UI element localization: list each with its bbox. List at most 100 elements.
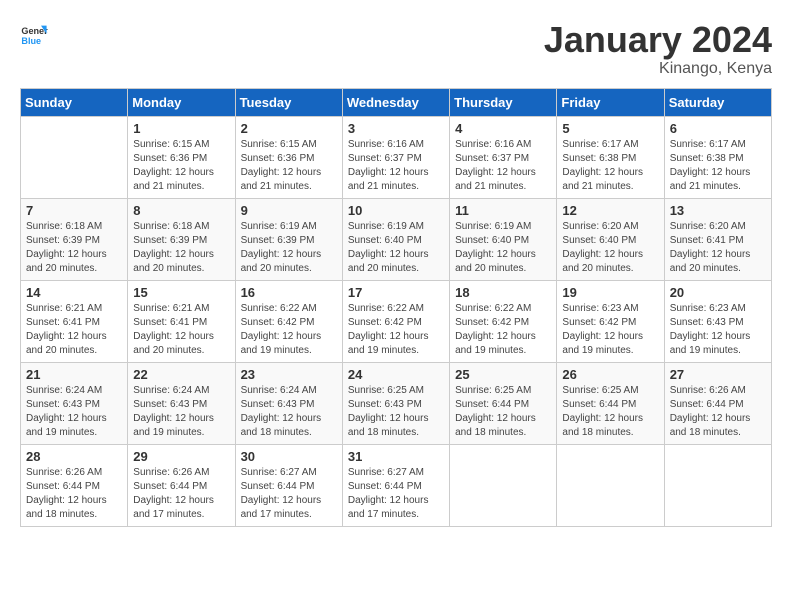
calendar-cell: 10Sunrise: 6:19 AMSunset: 6:40 PMDayligh… [342, 198, 449, 280]
calendar-cell: 31Sunrise: 6:27 AMSunset: 6:44 PMDayligh… [342, 444, 449, 526]
calendar-cell: 5 Sunrise: 6:17 AMSunset: 6:38 PMDaylight… [557, 116, 664, 198]
day-info-line: Sunset: 6:37 PM [455, 153, 529, 164]
day-info: Sunrise: 6:25 AMSunset: 6:44 PMDaylight:… [455, 384, 551, 440]
day-info-line: Sunset: 6:39 PM [26, 235, 100, 246]
day-info-line: Sunrise: 6:26 AM [133, 467, 209, 478]
day-info: Sunrise: 6:19 AMSunset: 6:40 PMDaylight:… [348, 220, 444, 276]
location-subtitle: Kinango, Kenya [544, 60, 772, 78]
day-info-line: Sunrise: 6:19 AM [241, 221, 317, 232]
calendar-cell [557, 444, 664, 526]
day-number: 31 [348, 449, 444, 464]
day-info: Sunrise: 6:24 AMSunset: 6:43 PMDaylight:… [26, 384, 122, 440]
day-info-line: Daylight: 12 hours and 17 minutes. [133, 495, 214, 520]
day-info: Sunrise: 6:18 AMSunset: 6:39 PMDaylight:… [133, 220, 229, 276]
day-info-line: Sunset: 6:44 PM [26, 481, 100, 492]
day-number: 6 [670, 121, 766, 136]
day-info-line: Sunset: 6:44 PM [670, 399, 744, 410]
day-info-line: Daylight: 12 hours and 17 minutes. [348, 495, 429, 520]
day-info-line: Sunset: 6:42 PM [241, 317, 315, 328]
day-info-line: Sunset: 6:44 PM [133, 481, 207, 492]
day-number: 23 [241, 367, 337, 382]
day-info-line: Sunset: 6:41 PM [26, 317, 100, 328]
calendar-cell: 28Sunrise: 6:26 AMSunset: 6:44 PMDayligh… [21, 444, 128, 526]
calendar-week-3: 14Sunrise: 6:21 AMSunset: 6:41 PMDayligh… [21, 280, 772, 362]
calendar-cell [664, 444, 771, 526]
day-number: 25 [455, 367, 551, 382]
day-info: Sunrise: 6:24 AMSunset: 6:43 PMDaylight:… [241, 384, 337, 440]
month-year-title: January 2024 [544, 20, 772, 60]
day-info-line: Sunrise: 6:21 AM [133, 303, 209, 314]
calendar-cell: 8Sunrise: 6:18 AMSunset: 6:39 PMDaylight… [128, 198, 235, 280]
day-info: Sunrise: 6:20 AMSunset: 6:40 PMDaylight:… [562, 220, 658, 276]
day-info-line: Sunrise: 6:25 AM [348, 385, 424, 396]
calendar-cell: 2Sunrise: 6:15 AMSunset: 6:36 PMDaylight… [235, 116, 342, 198]
day-info-line: Daylight: 12 hours and 19 minutes. [26, 413, 107, 438]
day-info-line: Daylight: 12 hours and 21 minutes. [241, 167, 322, 192]
calendar-cell: 9Sunrise: 6:19 AMSunset: 6:39 PMDaylight… [235, 198, 342, 280]
day-info-line: Sunset: 6:39 PM [133, 235, 207, 246]
calendar-body: 1Sunrise: 6:15 AMSunset: 6:36 PMDaylight… [21, 116, 772, 526]
day-number: 13 [670, 203, 766, 218]
day-info-line: Daylight: 12 hours and 19 minutes. [348, 331, 429, 356]
day-info-line: Daylight: 12 hours and 19 minutes. [241, 331, 322, 356]
day-info-line: Sunrise: 6:22 AM [241, 303, 317, 314]
day-number: 16 [241, 285, 337, 300]
calendar-week-5: 28 Sunrise: 6:26 AM Sunset: 6:44 PM Dayligh… [21, 444, 772, 526]
day-info-line: Sunset: 6:43 PM [348, 399, 422, 410]
day-info: Sunrise: 6:22 AMSunset: 6:42 PMDaylight:… [348, 302, 444, 358]
day-info-line: Sunset: 6:44 PM [348, 481, 422, 492]
day-info-line: Sunset: 6:43 PM [133, 399, 207, 410]
calendar-cell: 14Sunrise: 6:21 AMSunset: 6:41 PMDayligh… [21, 280, 128, 362]
day-info-line: Sunrise: 6:19 AM [348, 221, 424, 232]
day-info-line: Daylight: 12 hours and 20 minutes. [241, 249, 322, 274]
day-info: Sunrise: 6:15 AMSunset: 6:36 PMDaylight:… [133, 138, 229, 194]
day-info-line: Daylight: 12 hours and 21 minutes. [348, 167, 429, 192]
day-info: Sunrise: 6:22 AMSunset: 6:42 PMDaylight:… [455, 302, 551, 358]
title-area: January 2024 Kinango, Kenya [544, 20, 772, 78]
day-number: 22 [133, 367, 229, 382]
day-info-line: Sunrise: 6:17 AM [562, 139, 638, 150]
day-number: 28 [26, 449, 122, 464]
logo: General Blue [20, 20, 48, 48]
day-info-line: Sunset: 6:40 PM [455, 235, 529, 246]
calendar-week-4: 21 Sunrise: 6:24 AMSunset: 6:43 PMDayligh… [21, 362, 772, 444]
day-info: Sunrise: 6:17 AMSunset: 6:38 PMDaylight:… [670, 138, 766, 194]
calendar-cell: 7Sunrise: 6:18 AMSunset: 6:39 PMDaylight… [21, 198, 128, 280]
day-number: 18 [455, 285, 551, 300]
day-info-line: Sunrise: 6:16 AM [348, 139, 424, 150]
day-info-line: Sunset: 6:42 PM [455, 317, 529, 328]
calendar-cell: 6 Sunrise: 6:17 AMSunset: 6:38 PMDaylight… [664, 116, 771, 198]
calendar-cell: 18 Sunrise: 6:22 AMSunset: 6:42 PMDayligh… [450, 280, 557, 362]
day-number: 21 [26, 367, 122, 382]
day-info-line: Sunrise: 6:15 AM [133, 139, 209, 150]
calendar-cell: 21 Sunrise: 6:24 AMSunset: 6:43 PMDayligh… [21, 362, 128, 444]
column-header-friday: Friday [557, 88, 664, 116]
calendar-table: SundayMondayTuesdayWednesdayThursdayFrid… [20, 88, 772, 527]
column-header-wednesday: Wednesday [342, 88, 449, 116]
day-info-line: Sunset: 6:43 PM [26, 399, 100, 410]
day-info: Sunrise: 6:21 AMSunset: 6:41 PMDaylight:… [26, 302, 122, 358]
day-info-line: Daylight: 12 hours and 20 minutes. [670, 249, 751, 274]
day-info: Sunrise: 6:25 AMSunset: 6:43 PMDaylight:… [348, 384, 444, 440]
day-info: Sunrise: 6:17 AMSunset: 6:38 PMDaylight:… [562, 138, 658, 194]
day-number: 9 [241, 203, 337, 218]
calendar-week-1: 1Sunrise: 6:15 AMSunset: 6:36 PMDaylight… [21, 116, 772, 198]
day-number: 19 [562, 285, 658, 300]
calendar-cell: 22Sunrise: 6:24 AMSunset: 6:43 PMDayligh… [128, 362, 235, 444]
day-info-line: Daylight: 12 hours and 17 minutes. [241, 495, 322, 520]
day-info-line: Sunrise: 6:15 AM [241, 139, 317, 150]
column-header-saturday: Saturday [664, 88, 771, 116]
svg-text:Blue: Blue [21, 36, 41, 46]
day-info-line: Sunset: 6:43 PM [241, 399, 315, 410]
calendar-week-2: 7Sunrise: 6:18 AMSunset: 6:39 PMDaylight… [21, 198, 772, 280]
calendar-cell: 30Sunrise: 6:27 AMSunset: 6:44 PMDayligh… [235, 444, 342, 526]
day-info-line: Sunset: 6:37 PM [348, 153, 422, 164]
day-number: 26 [562, 367, 658, 382]
day-info-line: Daylight: 12 hours and 19 minutes. [562, 331, 643, 356]
day-info-line: Sunset: 6:44 PM [562, 399, 636, 410]
day-info-line: Sunset: 6:40 PM [348, 235, 422, 246]
calendar-header-row: SundayMondayTuesdayWednesdayThursdayFrid… [21, 88, 772, 116]
day-info-line: Sunset: 6:36 PM [133, 153, 207, 164]
day-info-line: Sunset: 6:42 PM [562, 317, 636, 328]
day-number: 5 [562, 121, 658, 136]
